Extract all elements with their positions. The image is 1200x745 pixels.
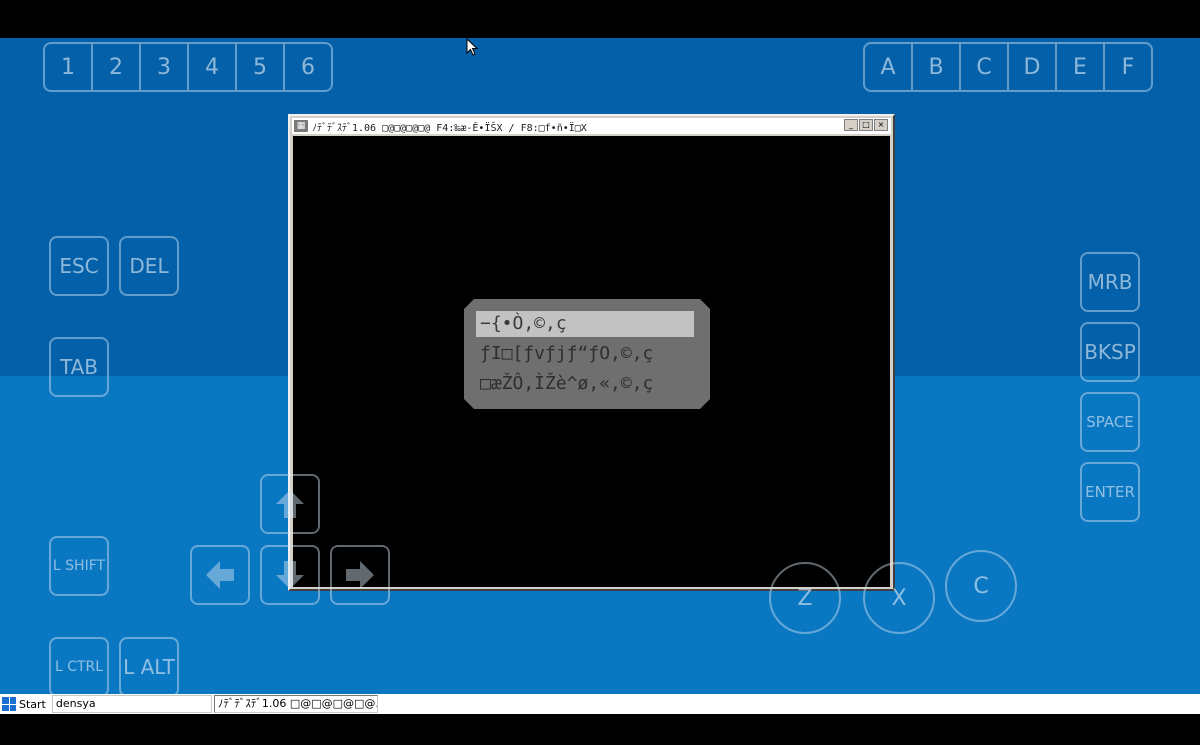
key-4[interactable]: 4 (189, 44, 237, 90)
key-c[interactable]: C (961, 44, 1009, 90)
key-a[interactable]: A (865, 44, 913, 90)
key-d[interactable]: D (1009, 44, 1057, 90)
window-title: ﾉﾃﾞﾃﾞｽﾃﾞ1.06 □@□@□@□@ F4:‰æ-Ê•ÏŠX / F8:□… (312, 122, 587, 134)
window-title-bar[interactable]: ▦ ﾉﾃﾞﾃﾞｽﾃﾞ1.06 □@□@□@□@ F4:‰æ-Ê•ÏŠX / F8… (292, 118, 891, 134)
arrow-left-icon (206, 561, 234, 589)
z-button[interactable]: Z (769, 562, 841, 634)
arrow-down-icon (276, 561, 304, 589)
dpad-up-button[interactable] (260, 474, 320, 534)
menu-item[interactable]: ƒI□[ƒvƒjƒ“ƒO,©,ç (476, 341, 694, 367)
menu-item[interactable]: −{•Ò,©,ç (476, 311, 694, 337)
mrb-button[interactable]: MRB (1080, 252, 1140, 312)
window-controls: _ □ × (844, 119, 888, 131)
enter-button[interactable]: ENTER (1080, 462, 1140, 522)
start-label: Start (19, 697, 46, 711)
bottom-border (0, 714, 1200, 745)
menu-item[interactable]: □æŽÔ,ÌŽè^ø,«,©,ç (476, 371, 694, 397)
x-button[interactable]: X (863, 562, 935, 634)
esc-button[interactable]: ESC (49, 236, 109, 296)
dpad-left-button[interactable] (190, 545, 250, 605)
tab-button[interactable]: TAB (49, 337, 109, 397)
game-menu: −{•Ò,©,ç ƒI□[ƒvƒjƒ“ƒO,©,ç □æŽÔ,ÌŽè^ø,«,©… (464, 299, 710, 409)
app-icon: ▦ (294, 120, 308, 132)
key-f[interactable]: F (1105, 44, 1151, 90)
dpad-right-button[interactable] (330, 545, 390, 605)
game-screen[interactable]: −{•Ò,©,ç ƒI□[ƒvƒjƒ“ƒO,©,ç □æŽÔ,ÌŽè^ø,«,©… (293, 136, 890, 587)
key-b[interactable]: B (913, 44, 961, 90)
minimize-icon[interactable]: _ (844, 119, 858, 131)
key-e[interactable]: E (1057, 44, 1105, 90)
key-1[interactable]: 1 (45, 44, 93, 90)
del-button[interactable]: DEL (119, 236, 179, 296)
windows-logo-icon (2, 697, 16, 711)
arrow-right-icon (346, 561, 374, 589)
c-button[interactable]: C (945, 550, 1017, 622)
left-shift-button[interactable]: L SHIFT (49, 536, 109, 596)
number-key-bar: 1 2 3 4 5 6 (43, 42, 333, 92)
left-ctrl-button[interactable]: L CTRL (49, 637, 109, 697)
backspace-button[interactable]: BKSP (1080, 322, 1140, 382)
key-3[interactable]: 3 (141, 44, 189, 90)
key-5[interactable]: 5 (237, 44, 285, 90)
taskbar-item[interactable]: densya (51, 695, 212, 713)
taskbar-item[interactable]: ﾉﾃﾞﾃﾞｽﾃﾞ1.06 □@□@□@□@... (213, 695, 378, 713)
maximize-icon[interactable]: □ (859, 119, 873, 131)
key-6[interactable]: 6 (285, 44, 331, 90)
dpad-down-button[interactable] (260, 545, 320, 605)
arrow-up-icon (276, 490, 304, 518)
space-button[interactable]: SPACE (1080, 392, 1140, 452)
left-alt-button[interactable]: L ALT (119, 637, 179, 697)
taskbar: Start densya ﾉﾃﾞﾃﾞｽﾃﾞ1.06 □@□@□@□@... (0, 694, 1200, 714)
close-icon[interactable]: × (874, 119, 888, 131)
app-window: ▦ ﾉﾃﾞﾃﾞｽﾃﾞ1.06 □@□@□@□@ F4:‰æ-Ê•ÏŠX / F8… (288, 114, 895, 591)
key-2[interactable]: 2 (93, 44, 141, 90)
mouse-cursor-icon (466, 37, 479, 60)
letter-key-bar: A B C D E F (863, 42, 1153, 92)
start-button[interactable]: Start (0, 695, 50, 713)
